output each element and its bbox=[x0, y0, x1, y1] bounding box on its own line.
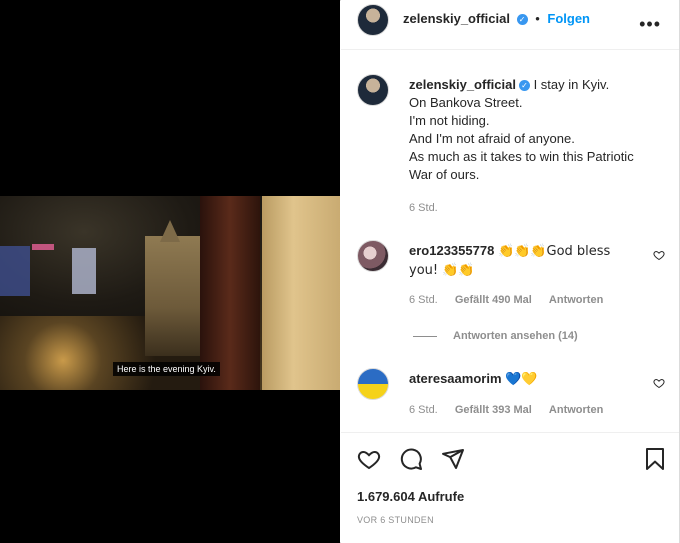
author-username[interactable]: zelenskiy_official bbox=[403, 11, 510, 26]
caption-line: On Bankova Street. bbox=[409, 95, 523, 110]
comments-section: zelenskiy_official ✓ I stay in Kyiv. On B… bbox=[341, 50, 679, 432]
video-scene-wall bbox=[262, 196, 340, 390]
more-icon[interactable]: ••• bbox=[639, 14, 661, 35]
caption-meta: 6 Std. bbox=[409, 202, 452, 214]
header-author-line: zelenskiy_official ✓ • Folgen bbox=[403, 11, 590, 26]
separator-dot: • bbox=[535, 11, 540, 26]
video-subtitle: Here is the evening Kyiv. bbox=[113, 362, 220, 376]
video-player[interactable]: Here is the evening Kyiv. bbox=[0, 196, 340, 390]
view-count[interactable]: 1.679.604 Aufrufe bbox=[357, 489, 464, 504]
comment-time[interactable]: 6 Std. bbox=[409, 404, 438, 416]
comment-likes[interactable]: Gefällt 490 Mal bbox=[455, 294, 532, 306]
reply-button[interactable]: Antworten bbox=[549, 404, 603, 416]
caption-line: War of ours. bbox=[409, 167, 480, 182]
video-scene-sign bbox=[32, 244, 54, 250]
caption-username[interactable]: zelenskiy_official bbox=[409, 77, 516, 92]
comment-bubble-icon[interactable] bbox=[399, 447, 423, 471]
video-scene-palace bbox=[145, 236, 205, 356]
comment-time[interactable]: 6 Std. bbox=[409, 294, 438, 306]
post-timestamp[interactable]: VOR 6 STUNDEN bbox=[357, 515, 434, 525]
video-scene-curtain bbox=[200, 196, 260, 390]
action-bar: 1.679.604 Aufrufe VOR 6 STUNDEN bbox=[341, 432, 679, 543]
post-panel: zelenskiy_official ✓ • Folgen ••• zelens… bbox=[341, 0, 679, 543]
author-avatar[interactable] bbox=[357, 4, 389, 36]
post-header: zelenskiy_official ✓ • Folgen ••• bbox=[341, 0, 679, 50]
comment-username[interactable]: ateresaamorim bbox=[409, 371, 502, 386]
caption-line: And I'm not afraid of anyone. bbox=[409, 131, 575, 146]
commenter-avatar[interactable] bbox=[357, 240, 389, 272]
like-heart-icon[interactable] bbox=[357, 447, 381, 471]
reply-button[interactable]: Antworten bbox=[549, 294, 603, 306]
bookmark-icon[interactable] bbox=[643, 447, 667, 471]
video-scene-building bbox=[0, 246, 30, 296]
caption-line: I'm not hiding. bbox=[409, 113, 490, 128]
comment-meta: 6 Std. Gefällt 490 Mal Antworten bbox=[409, 294, 617, 306]
caption-body: zelenskiy_official ✓ I stay in Kyiv. On B… bbox=[409, 76, 659, 184]
comment-body: ero123355778 👏👏👏God bless you! 👏👏 bbox=[409, 242, 639, 280]
like-comment-heart-icon[interactable] bbox=[653, 249, 665, 261]
replies-divider bbox=[413, 335, 437, 337]
view-replies-label: Antworten ansehen (14) bbox=[453, 330, 578, 342]
caption-line: I stay in Kyiv. bbox=[533, 77, 610, 92]
comment-text-line2: you! 👏👏 bbox=[409, 263, 475, 278]
comment-meta: 6 Std. Gefällt 393 Mal Antworten bbox=[409, 404, 617, 416]
video-scene-tower bbox=[72, 248, 96, 294]
comment-username[interactable]: ero123355778 bbox=[409, 243, 494, 258]
media-area[interactable]: Here is the evening Kyiv. bbox=[0, 0, 340, 543]
comment-likes[interactable]: Gefällt 393 Mal bbox=[455, 404, 532, 416]
comment-text: 👏👏👏God bless bbox=[497, 244, 611, 259]
follow-button[interactable]: Folgen bbox=[547, 11, 590, 26]
view-replies-button[interactable]: Antworten ansehen (14) bbox=[413, 330, 578, 342]
like-comment-heart-icon[interactable] bbox=[653, 377, 665, 389]
caption-line: As much as it takes to win this Patrioti… bbox=[409, 149, 634, 164]
verified-icon: ✓ bbox=[518, 80, 530, 92]
verified-icon: ✓ bbox=[516, 14, 528, 26]
caption-avatar[interactable] bbox=[357, 74, 389, 106]
comment-body: ateresaamorim 💙💛 bbox=[409, 370, 639, 389]
share-paper-plane-icon[interactable] bbox=[441, 447, 465, 471]
comment-text: 💙💛 bbox=[505, 372, 538, 387]
caption-time[interactable]: 6 Std. bbox=[409, 202, 438, 214]
commenter-avatar[interactable] bbox=[357, 368, 389, 400]
